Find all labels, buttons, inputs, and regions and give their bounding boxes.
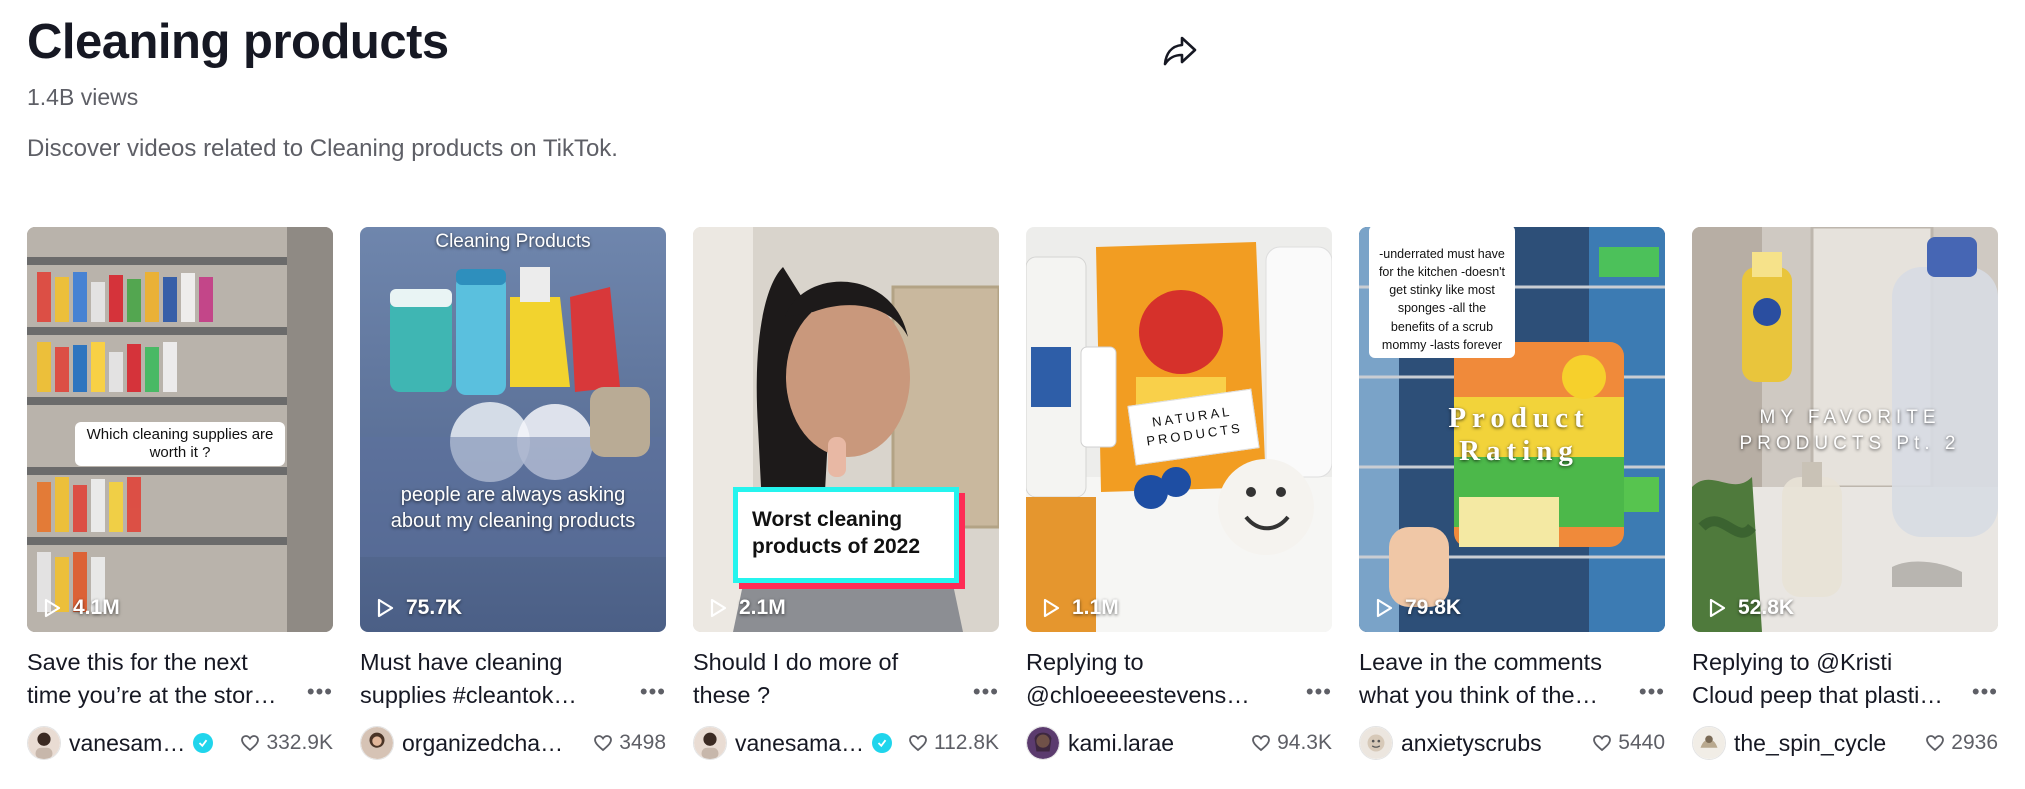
- verified-badge-icon: [193, 733, 214, 753]
- video-thumbnail[interactable]: Cleaning Products people are always aski…: [360, 227, 666, 632]
- author-name: organizedcha…: [402, 729, 564, 756]
- play-count: 4.1M: [41, 596, 120, 620]
- play-count: 2.1M: [707, 596, 786, 620]
- like-count: 3498: [593, 731, 666, 755]
- author-name: vanesama…: [735, 729, 865, 756]
- like-count: 332.9K: [240, 731, 333, 755]
- play-count: 79.8K: [1373, 596, 1461, 620]
- avatar: [27, 726, 61, 760]
- video-thumbnail[interactable]: -underrated must have for the kitchen -d…: [1359, 227, 1665, 632]
- like-count: 112.8K: [908, 731, 999, 755]
- video-caption[interactable]: Leave in the comments what you think of …: [1359, 646, 1627, 712]
- author-name: kami.larae: [1068, 729, 1175, 756]
- more-options-icon[interactable]: •••: [307, 679, 333, 705]
- video-card: -underrated must have for the kitchen -d…: [1359, 227, 1665, 760]
- heart-icon: [1593, 735, 1612, 752]
- more-options-icon[interactable]: •••: [1972, 679, 1998, 705]
- play-count-label: 52.8K: [1738, 596, 1795, 619]
- video-author[interactable]: vanesam…: [27, 726, 214, 760]
- video-caption[interactable]: Replying to @Kristi Cloud peep that plas…: [1692, 646, 1960, 712]
- like-count-label: 5440: [1618, 731, 1665, 754]
- video-card: NATURAL PRODUCTS 1.1M Replying to @chloe…: [1026, 227, 1332, 760]
- author-name: anxietyscrubs: [1401, 729, 1542, 756]
- video-overlay-text: Worst cleaning products of 2022: [752, 508, 921, 559]
- avatar: [1359, 726, 1393, 760]
- more-options-icon[interactable]: •••: [1306, 679, 1332, 705]
- page-description: Discover videos related to Cleaning prod…: [27, 135, 618, 162]
- like-count-label: 3498: [619, 731, 666, 754]
- video-caption[interactable]: Should I do more of these ?: [693, 646, 961, 712]
- avatar: [1026, 726, 1060, 760]
- author-name: the_spin_cycle: [1734, 729, 1887, 756]
- video-caption[interactable]: Replying to @chloeeeestevens…: [1026, 646, 1294, 712]
- like-count-label: 332.9K: [266, 731, 333, 754]
- more-options-icon[interactable]: •••: [1639, 679, 1665, 705]
- play-count: 1.1M: [1040, 596, 1119, 620]
- play-count-label: 4.1M: [73, 596, 120, 619]
- video-overlay-text: Which cleaning supplies are worth it ?: [75, 422, 285, 466]
- avatar: [693, 726, 727, 760]
- video-card: MY FAVORITE PRODUCTS Pt. 2 52.8K Replyin…: [1692, 227, 1998, 760]
- avatar: [1692, 726, 1726, 760]
- video-grid: Which cleaning supplies are worth it ? 4…: [27, 227, 1998, 760]
- video-author[interactable]: kami.larae: [1026, 726, 1174, 760]
- heart-icon: [594, 735, 613, 752]
- like-count-label: 94.3K: [1277, 731, 1332, 754]
- like-count-label: 2936: [1951, 731, 1998, 754]
- video-overlay-box: Worst cleaning products of 2022: [733, 487, 959, 583]
- play-count-label: 79.8K: [1405, 596, 1462, 619]
- more-options-icon[interactable]: •••: [973, 679, 999, 705]
- heart-icon: [909, 735, 927, 752]
- video-card: Worst cleaning products of 2022 2.1M Sho…: [693, 227, 999, 760]
- play-count: 75.7K: [374, 596, 462, 620]
- like-count: 2936: [1925, 731, 1998, 755]
- video-author[interactable]: anxietyscrubs: [1359, 726, 1542, 760]
- video-author[interactable]: the_spin_cycle: [1692, 726, 1886, 760]
- play-count-label: 75.7K: [406, 596, 463, 619]
- video-author[interactable]: vanesama…: [693, 726, 893, 760]
- like-count: 94.3K: [1251, 731, 1332, 755]
- share-arrow-icon[interactable]: [1160, 30, 1200, 70]
- video-caption[interactable]: Save this for the next time you’re at th…: [27, 646, 295, 712]
- video-overlay-text: people are always asking about my cleani…: [390, 484, 636, 532]
- view-count: 1.4B views: [27, 84, 139, 110]
- like-count-label: 112.8K: [934, 731, 999, 754]
- video-thumbnail[interactable]: Which cleaning supplies are worth it ? 4…: [27, 227, 333, 632]
- video-thumbnail[interactable]: Worst cleaning products of 2022 2.1M: [693, 227, 999, 632]
- video-thumbnail[interactable]: NATURAL PRODUCTS 1.1M: [1026, 227, 1332, 632]
- video-thumbnail[interactable]: MY FAVORITE PRODUCTS Pt. 2 52.8K: [1692, 227, 1998, 632]
- heart-icon: [1252, 735, 1271, 752]
- play-count-label: 1.1M: [1072, 596, 1119, 619]
- video-overlay-notes: -underrated must have for the kitchen -d…: [1369, 227, 1515, 358]
- avatar: [360, 726, 394, 760]
- video-author[interactable]: organizedcha…: [360, 726, 563, 760]
- verified-badge-icon: [872, 733, 893, 753]
- video-overlay-text: Product Rating: [1448, 402, 1590, 468]
- page-title: Cleaning products: [27, 15, 449, 69]
- heart-icon: [241, 735, 260, 752]
- like-count: 5440: [1592, 731, 1665, 755]
- video-overlay-text: MY FAVORITE PRODUCTS Pt. 2: [1739, 407, 1961, 454]
- heart-icon: [1926, 735, 1945, 752]
- more-options-icon[interactable]: •••: [640, 679, 666, 705]
- video-card: Cleaning Products people are always aski…: [360, 227, 666, 760]
- play-count: 52.8K: [1706, 596, 1794, 620]
- author-name: vanesam…: [69, 729, 186, 756]
- video-overlay-title: Cleaning Products: [435, 231, 591, 252]
- video-card: Which cleaning supplies are worth it ? 4…: [27, 227, 333, 760]
- play-count-label: 2.1M: [739, 596, 786, 619]
- video-caption[interactable]: Must have cleaning supplies #cleantok…: [360, 646, 628, 712]
